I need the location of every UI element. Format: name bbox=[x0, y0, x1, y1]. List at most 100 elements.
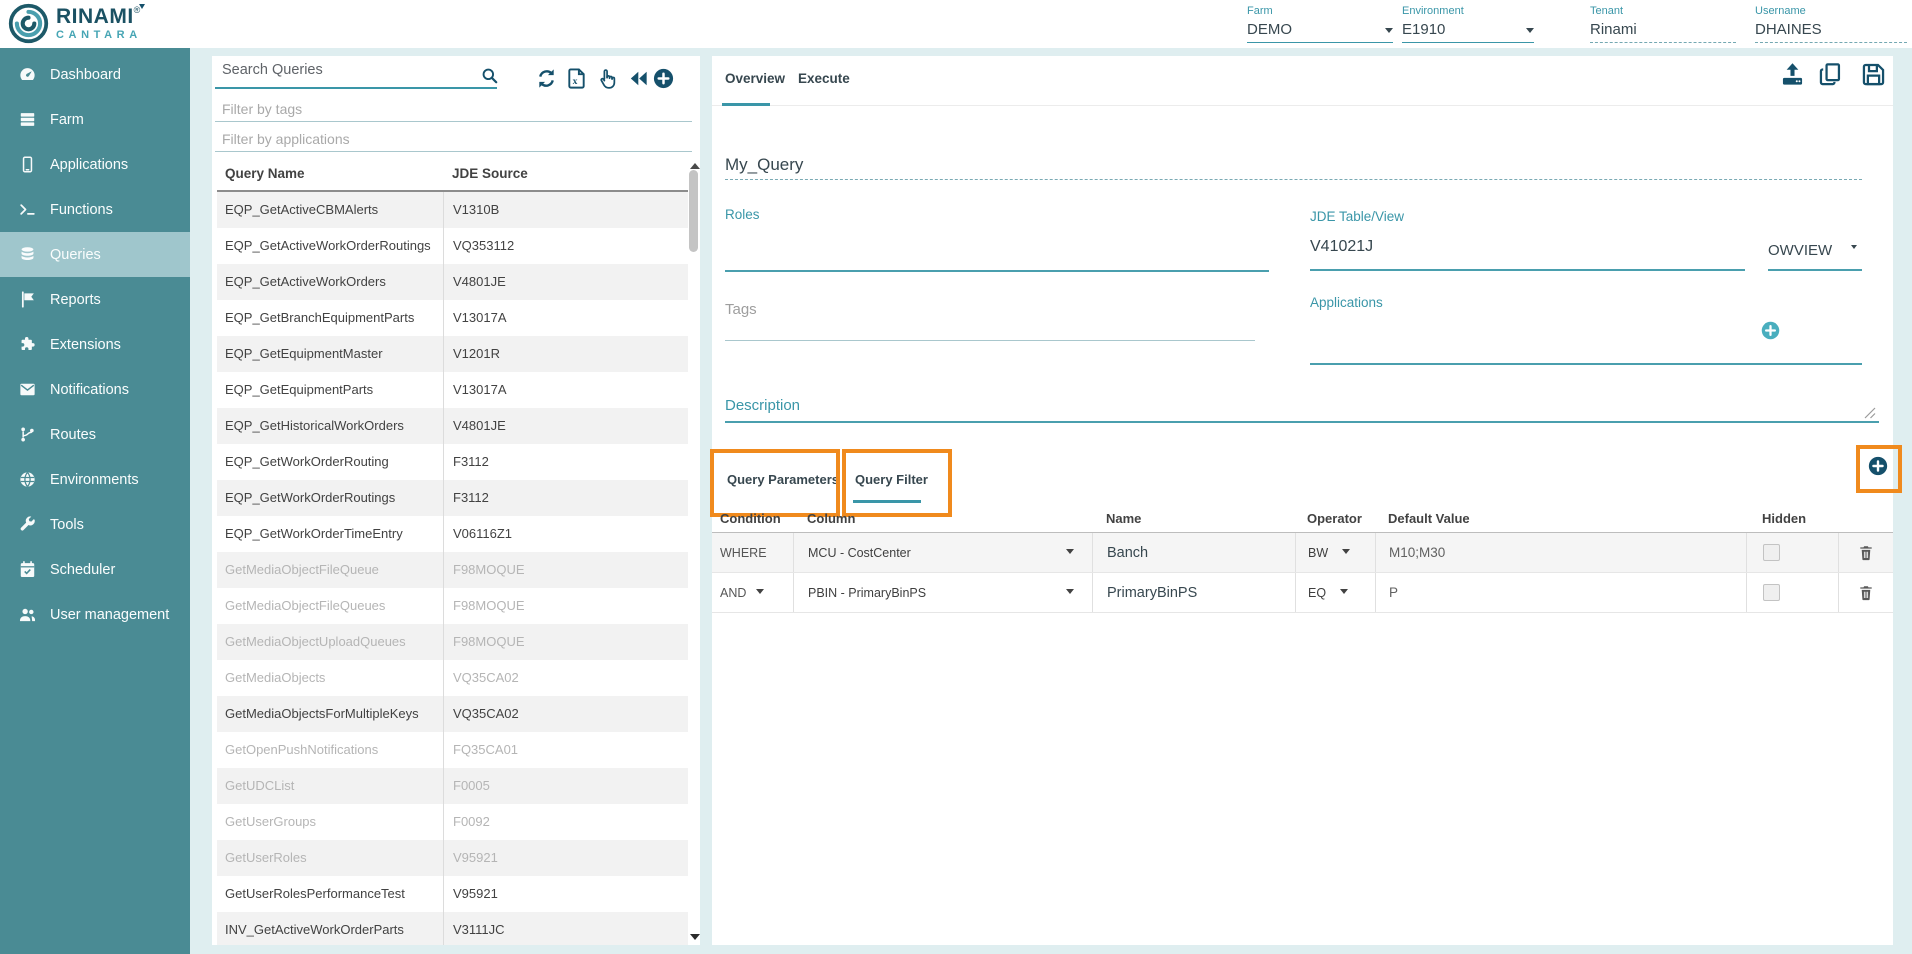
default-value-field[interactable]: M10;M30 bbox=[1375, 533, 1746, 572]
jde-view-type-select[interactable]: OWVIEW bbox=[1768, 242, 1832, 259]
subtab-query-parameters[interactable]: Query Parameters bbox=[727, 472, 839, 487]
query-source-cell: F98MOQUE bbox=[443, 552, 688, 588]
sidebar-item-reports[interactable]: Reports bbox=[0, 277, 190, 322]
query-name-cell: GetMediaObjects bbox=[217, 660, 443, 696]
query-table-body: EQP_GetActiveCBMAlertsV1310BEQP_GetActiv… bbox=[217, 192, 688, 945]
queries-icon bbox=[18, 245, 37, 264]
filter-applications-input[interactable]: Filter by applications bbox=[222, 131, 350, 147]
sidebar-item-functions[interactable]: Functions bbox=[0, 187, 190, 232]
operator-select[interactable]: BW bbox=[1295, 533, 1375, 572]
name-field[interactable]: PrimaryBinPS bbox=[1092, 573, 1295, 612]
header-field-environment[interactable]: EnvironmentE1910 bbox=[1402, 5, 1534, 43]
column-header-query-name: Query Name bbox=[225, 166, 305, 181]
scrollbar-thumb[interactable] bbox=[689, 170, 698, 252]
sidebar-item-scheduler[interactable]: Scheduler bbox=[0, 547, 190, 592]
query-row[interactable]: INV_GetActiveWorkOrderPartsV3111JC bbox=[217, 912, 688, 945]
query-row[interactable]: GetUserRolesV95921 bbox=[217, 840, 688, 876]
jde-table-view-value[interactable]: V41021J bbox=[1310, 238, 1373, 256]
query-row[interactable]: GetMediaObjectsForMultipleKeysVQ35CA02 bbox=[217, 696, 688, 732]
delete-row-icon[interactable] bbox=[1857, 544, 1875, 562]
add-tag-icon[interactable] bbox=[1760, 320, 1781, 341]
routes-icon bbox=[18, 425, 37, 444]
query-row[interactable]: GetUserRolesPerformanceTestV95921 bbox=[217, 876, 688, 912]
condition-select[interactable]: AND bbox=[712, 573, 793, 612]
query-row[interactable]: GetUDCListF0005 bbox=[217, 768, 688, 804]
query-row[interactable]: EQP_GetWorkOrderRoutingsF3112 bbox=[217, 480, 688, 516]
query-name-field[interactable]: My_Query bbox=[725, 155, 803, 175]
query-row[interactable]: EQP_GetWorkOrderRoutingF3112 bbox=[217, 444, 688, 480]
filter-tags-input[interactable]: Filter by tags bbox=[222, 101, 302, 117]
sidebar-item-label: Tools bbox=[50, 517, 84, 533]
query-row[interactable]: GetUserGroupsF0092 bbox=[217, 804, 688, 840]
sidebar-item-label: User management bbox=[50, 607, 169, 623]
applications-field[interactable] bbox=[1310, 363, 1862, 365]
sidebar-item-label: Reports bbox=[50, 292, 101, 308]
sidebar-item-farm[interactable]: Farm bbox=[0, 97, 190, 142]
column-select[interactable]: MCU - CostCenter bbox=[793, 533, 1092, 572]
save-icon[interactable] bbox=[1860, 61, 1887, 88]
query-row[interactable]: EQP_GetEquipmentPartsV13017A bbox=[217, 372, 688, 408]
tab-overview[interactable]: Overview bbox=[725, 71, 785, 86]
sidebar-item-notifications[interactable]: Notifications bbox=[0, 367, 190, 412]
query-row[interactable]: EQP_GetBranchEquipmentPartsV13017A bbox=[217, 300, 688, 336]
sidebar-item-dashboard[interactable]: Dashboard bbox=[0, 52, 190, 97]
query-row[interactable]: GetMediaObjectFileQueuesF98MOQUE bbox=[217, 588, 688, 624]
query-name-cell: EQP_GetEquipmentMaster bbox=[217, 336, 443, 372]
sidebar-item-routes[interactable]: Routes bbox=[0, 412, 190, 457]
query-row[interactable]: EQP_GetActiveCBMAlertsV1310B bbox=[217, 192, 688, 228]
scrollbar-down-arrow[interactable] bbox=[690, 934, 700, 945]
sidebar-item-user-management[interactable]: User management bbox=[0, 592, 190, 637]
add-query-icon[interactable] bbox=[652, 67, 675, 90]
header-field-value: E1910 bbox=[1402, 21, 1445, 38]
query-row[interactable]: EQP_GetWorkOrderTimeEntryV06116Z1 bbox=[217, 516, 688, 552]
description-field[interactable] bbox=[725, 421, 1879, 423]
query-row[interactable]: GetMediaObjectFileQueueF98MOQUE bbox=[217, 552, 688, 588]
environments-icon bbox=[18, 470, 37, 489]
sidebar-item-tools[interactable]: Tools bbox=[0, 502, 190, 547]
query-row[interactable]: EQP_GetActiveWorkOrdersV4801JE bbox=[217, 264, 688, 300]
header-field-username: UsernameDHAINES bbox=[1755, 5, 1907, 43]
copy-icon[interactable] bbox=[1817, 61, 1844, 88]
delete-row-icon[interactable] bbox=[1857, 584, 1875, 602]
operator-select[interactable]: EQ bbox=[1295, 573, 1375, 612]
header-field-value: DHAINES bbox=[1755, 21, 1822, 38]
header-field-farm[interactable]: FarmDEMO bbox=[1247, 5, 1393, 43]
sidebar-item-applications[interactable]: Applications bbox=[0, 142, 190, 187]
query-row[interactable]: GetMediaObjectUploadQueuesF98MOQUE bbox=[217, 624, 688, 660]
add-filter-row-icon[interactable] bbox=[1867, 455, 1889, 477]
scrollbar-up-arrow[interactable] bbox=[690, 158, 700, 169]
roles-field[interactable] bbox=[725, 270, 1269, 272]
name-field[interactable]: Banch bbox=[1092, 533, 1295, 572]
rewind-icon[interactable] bbox=[627, 67, 650, 90]
active-tab-indicator bbox=[722, 103, 770, 106]
subtab-query-filter[interactable]: Query Filter bbox=[855, 472, 928, 487]
farm-icon bbox=[18, 110, 37, 129]
sidebar-item-environments[interactable]: Environments bbox=[0, 457, 190, 502]
refresh-icon[interactable] bbox=[535, 67, 558, 90]
hand-pointer-icon[interactable] bbox=[595, 67, 618, 90]
tab-execute[interactable]: Execute bbox=[798, 71, 850, 86]
hidden-checkbox[interactable] bbox=[1763, 544, 1780, 561]
hidden-checkbox[interactable] bbox=[1763, 584, 1780, 601]
sidebar-item-extensions[interactable]: Extensions bbox=[0, 322, 190, 367]
resize-grip-icon[interactable] bbox=[1864, 407, 1876, 419]
upload-icon[interactable] bbox=[1779, 61, 1806, 88]
query-row[interactable]: GetOpenPushNotificationsFQ35CA01 bbox=[217, 732, 688, 768]
tags-input[interactable]: Tags bbox=[725, 301, 757, 318]
column-select[interactable]: PBIN - PrimaryBinPS bbox=[793, 573, 1092, 612]
sidebar-item-queries[interactable]: Queries bbox=[0, 232, 190, 277]
search-input[interactable]: Search Queries bbox=[222, 62, 323, 78]
excel-export-icon[interactable]: x bbox=[565, 67, 588, 90]
query-row[interactable]: EQP_GetActiveWorkOrderRoutingsVQ353112 bbox=[217, 228, 688, 264]
svg-text:x: x bbox=[573, 76, 578, 87]
default-value-field[interactable]: P bbox=[1375, 573, 1746, 612]
query-row[interactable]: GetMediaObjectsVQ35CA02 bbox=[217, 660, 688, 696]
search-icon[interactable] bbox=[480, 66, 499, 85]
query-row[interactable]: EQP_GetEquipmentMasterV1201R bbox=[217, 336, 688, 372]
scheduler-icon bbox=[18, 560, 37, 579]
search-underline bbox=[215, 87, 497, 89]
query-row[interactable]: EQP_GetHistoricalWorkOrdersV4801JE bbox=[217, 408, 688, 444]
query-source-cell: F3112 bbox=[443, 444, 688, 480]
query-source-cell: F0092 bbox=[443, 804, 688, 840]
query-name-cell: EQP_GetWorkOrderTimeEntry bbox=[217, 516, 443, 552]
